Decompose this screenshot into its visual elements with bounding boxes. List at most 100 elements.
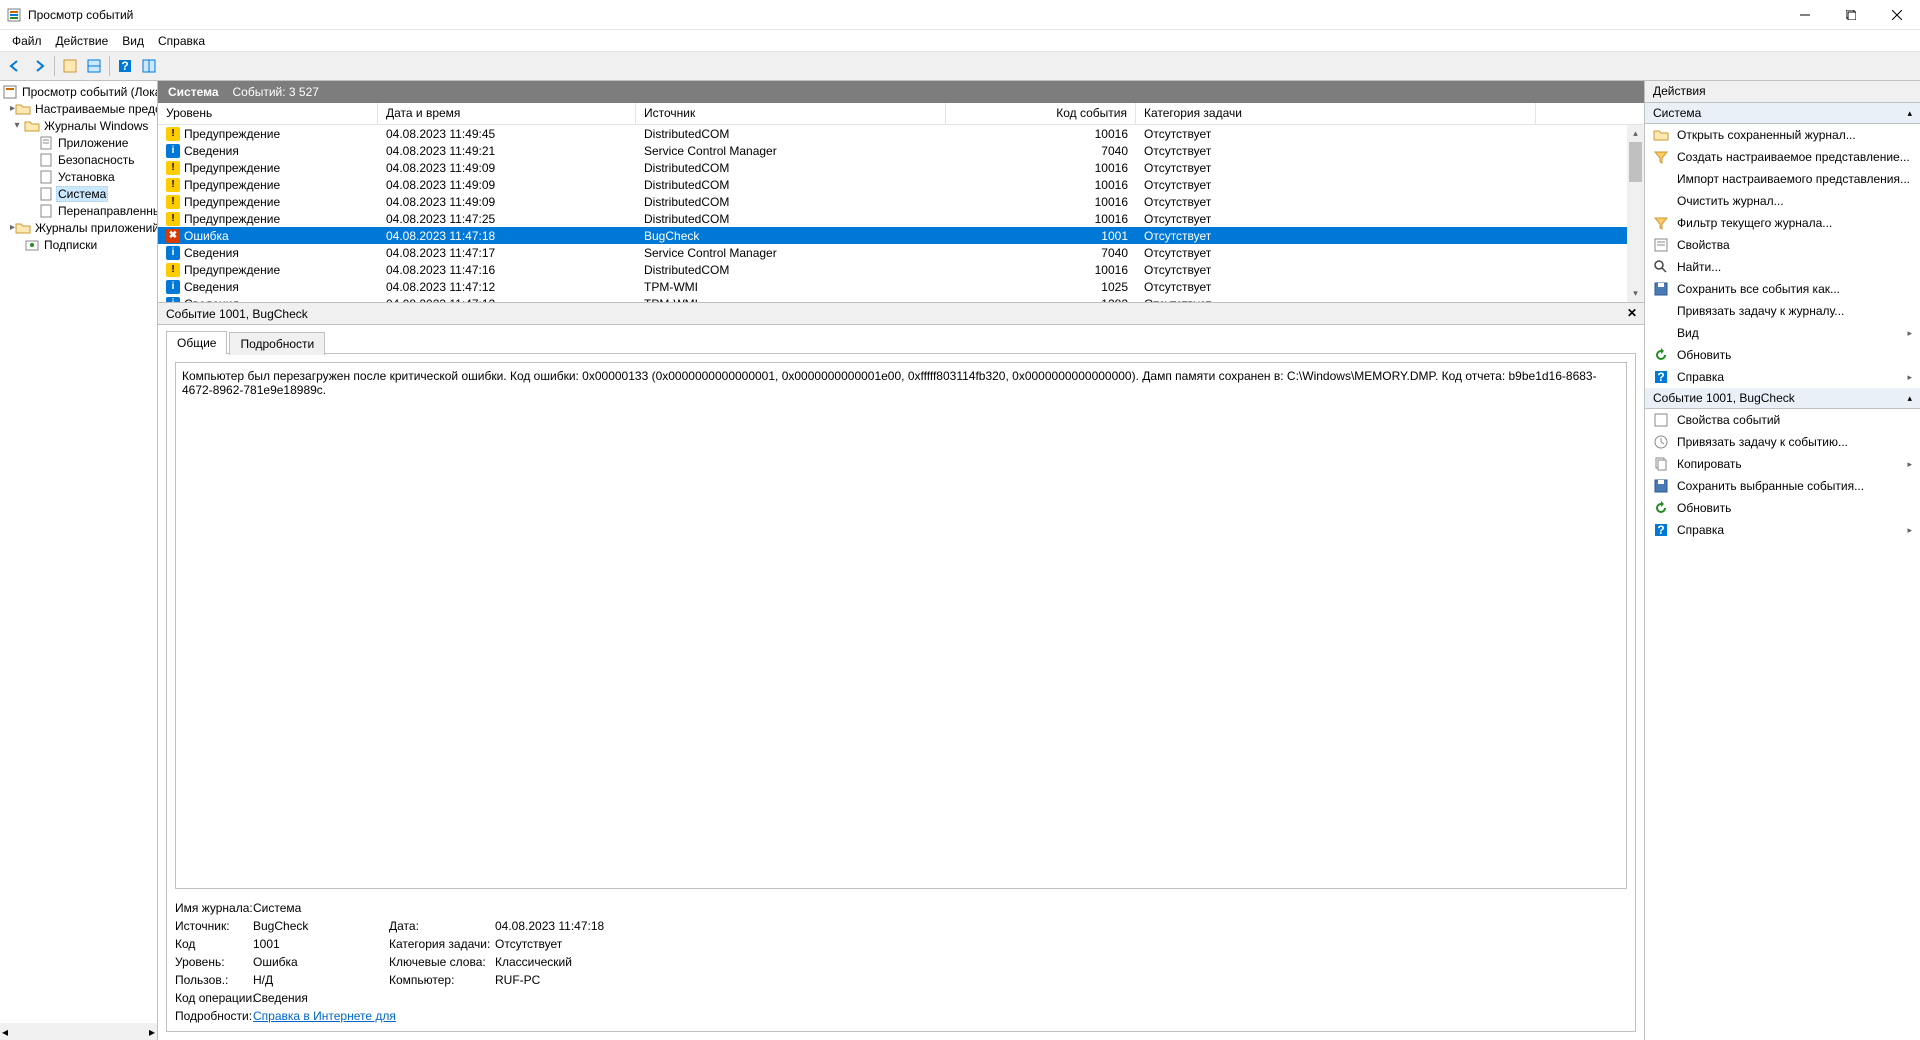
scroll-down-icon[interactable]: ▾ [1627,285,1644,302]
tree-subscriptions[interactable]: Подписки [2,236,155,253]
actions-section-event[interactable]: Событие 1001, BugCheck▴ [1645,388,1920,409]
level-text: Предупреждение [184,195,280,209]
vertical-scrollbar[interactable]: ▴ ▾ [1627,125,1644,302]
action-help[interactable]: ?Справка▸ [1645,366,1920,388]
action-create-view[interactable]: Создать настраиваемое представление... [1645,146,1920,168]
menu-view[interactable]: Вид [116,32,150,50]
level-icon: i [166,297,180,303]
scroll-up-icon[interactable]: ▴ [1627,125,1644,142]
event-category: Отсутствует [1136,212,1536,226]
event-row[interactable]: iСведения04.08.2023 11:49:21Service Cont… [158,142,1627,159]
show-tree-button[interactable] [59,55,81,77]
col-level[interactable]: Уровень [158,103,378,124]
tree-forwarded[interactable]: Перенаправленные соб [2,202,155,219]
source-label: Источник: [175,919,247,933]
collapse-icon[interactable]: ▴ [1907,108,1912,119]
event-row[interactable]: iСведения04.08.2023 11:47:17Service Cont… [158,244,1627,261]
col-code[interactable]: Код события [946,103,1136,124]
event-code: 10016 [946,178,1136,192]
event-row[interactable]: ✖Ошибка04.08.2023 11:47:18BugCheck1001От… [158,227,1627,244]
col-category[interactable]: Категория задачи [1136,103,1536,124]
event-row[interactable]: iСведения04.08.2023 11:47:12TPM-WMI1282О… [158,295,1627,302]
back-button[interactable] [4,55,26,77]
event-date: 04.08.2023 11:47:25 [378,212,636,226]
event-row[interactable]: iСведения04.08.2023 11:47:12TPM-WMI1025О… [158,278,1627,295]
event-row[interactable]: !Предупреждение04.08.2023 11:49:09Distri… [158,176,1627,193]
event-row[interactable]: !Предупреждение04.08.2023 11:47:16Distri… [158,261,1627,278]
expander-icon[interactable]: ▾ [10,120,24,131]
event-date: 04.08.2023 11:47:16 [378,263,636,277]
col-source[interactable]: Источник [636,103,946,124]
event-date: 04.08.2023 11:49:09 [378,178,636,192]
tab-general[interactable]: Общие [166,331,227,354]
action-attach-event-task[interactable]: Привязать задачу к событию... [1645,431,1920,453]
event-code: 10016 [946,195,1136,209]
filter-icon [1653,149,1669,165]
moreinfo-link[interactable]: Справка в Интернете для [253,1009,383,1023]
tree-application[interactable]: Приложение [2,134,155,151]
scroll-thumb[interactable] [1629,142,1642,182]
scroll-left-icon[interactable]: ◂ [2,1025,8,1039]
action-clear-log[interactable]: Очистить журнал... [1645,190,1920,212]
level-icon: i [166,280,180,294]
level-label: Уровень: [175,955,247,969]
action-refresh[interactable]: Обновить [1645,344,1920,366]
user-label: Пользов.: [175,973,247,987]
action-copy[interactable]: Копировать▸ [1645,453,1920,475]
maximize-button[interactable] [1828,0,1874,30]
tree-custom-views[interactable]: ▸Настраиваемые представлен [2,100,155,117]
level-text: Сведения [184,297,239,303]
col-date[interactable]: Дата и время [378,103,636,124]
subscriptions-icon [24,237,40,253]
event-source: Service Control Manager [636,144,946,158]
action-save-all[interactable]: Сохранить все события как... [1645,278,1920,300]
action-open-saved[interactable]: Открыть сохраненный журнал... [1645,124,1920,146]
tree-app-services[interactable]: ▸Журналы приложений и сл [2,219,155,236]
action-import-view[interactable]: Импорт настраиваемого представления... [1645,168,1920,190]
action-event-properties[interactable]: Свойства событий [1645,409,1920,431]
event-source: DistributedCOM [636,263,946,277]
detail-close-button[interactable]: ✕ [1624,306,1640,322]
menu-help[interactable]: Справка [152,32,211,50]
event-source: BugCheck [636,229,946,243]
scroll-right-icon[interactable]: ▸ [149,1025,155,1039]
tree-windows-logs[interactable]: ▾Журналы Windows [2,117,155,134]
event-row[interactable]: !Предупреждение04.08.2023 11:47:25Distri… [158,210,1627,227]
folder-icon [15,220,31,236]
menu-file[interactable]: Файл [6,32,48,50]
action-save-selected[interactable]: Сохранить выбранные события... [1645,475,1920,497]
tree-horizontal-scrollbar[interactable]: ◂▸ [0,1023,157,1040]
event-row[interactable]: !Предупреждение04.08.2023 11:49:45Distri… [158,125,1627,142]
list-button[interactable] [138,55,160,77]
tree-setup[interactable]: Установка [2,168,155,185]
help-icon[interactable]: ? [114,55,136,77]
event-row[interactable]: !Предупреждение04.08.2023 11:49:09Distri… [158,193,1627,210]
filter-icon [1653,215,1669,231]
event-category: Отсутствует [1136,263,1536,277]
close-button[interactable] [1874,0,1920,30]
event-source: TPM-WMI [636,297,946,303]
action-help2[interactable]: ?Справка▸ [1645,519,1920,541]
forward-button[interactable] [28,55,50,77]
action-properties[interactable]: Свойства [1645,234,1920,256]
tab-details[interactable]: Подробности [229,332,325,355]
menu-action[interactable]: Действие [50,32,115,50]
event-code: 1282 [946,297,1136,303]
event-source: DistributedCOM [636,178,946,192]
tree-system[interactable]: Система [2,185,155,202]
action-find[interactable]: Найти... [1645,256,1920,278]
preview-button[interactable] [83,55,105,77]
actions-section-system[interactable]: Система▴ [1645,103,1920,124]
tree-root[interactable]: Просмотр событий (Локальные [2,83,155,100]
action-filter-log[interactable]: Фильтр текущего журнала... [1645,212,1920,234]
minimize-button[interactable] [1782,0,1828,30]
collapse-icon[interactable]: ▴ [1907,393,1912,404]
keywords-label: Ключевые слова: [389,955,489,969]
action-refresh2[interactable]: Обновить [1645,497,1920,519]
tree-security[interactable]: Безопасность [2,151,155,168]
event-row[interactable]: !Предупреждение04.08.2023 11:49:09Distri… [158,159,1627,176]
action-view[interactable]: Вид▸ [1645,322,1920,344]
detail-panel: Событие 1001, BugCheck ✕ Общие Подробнос… [158,303,1644,1040]
action-attach-task[interactable]: Привязать задачу к журналу... [1645,300,1920,322]
list-body[interactable]: !Предупреждение04.08.2023 11:49:45Distri… [158,125,1627,302]
